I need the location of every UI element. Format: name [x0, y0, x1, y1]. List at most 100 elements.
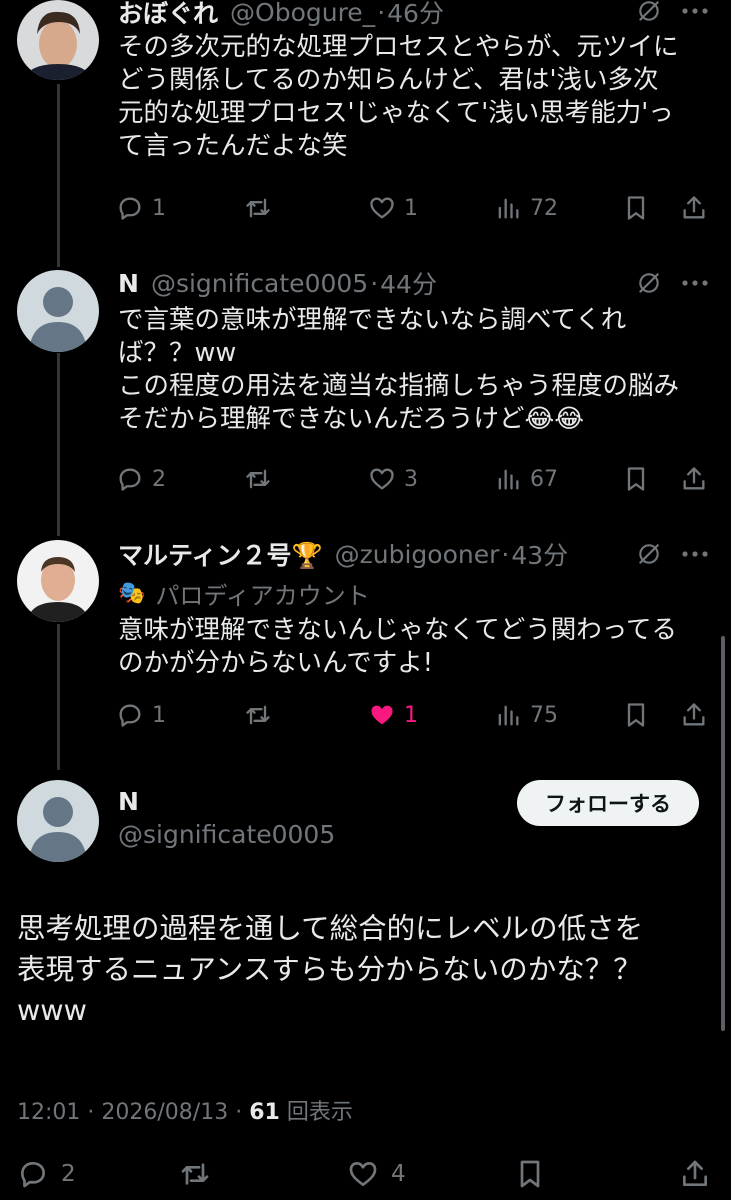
- reply-count: 2: [152, 466, 166, 492]
- reply-icon: [119, 468, 141, 491]
- author-handle[interactable]: @Obogure_: [230, 0, 375, 27]
- author-name[interactable]: おぼぐれ: [118, 0, 218, 30]
- reply-icon: [119, 197, 141, 220]
- tweet-text: 意味が理解できないんじゃなくてどう関わってる のかが分からないんですよ!: [118, 615, 677, 678]
- bookmark-icon: [627, 703, 645, 727]
- author-handle[interactable]: @significate0005: [151, 269, 368, 298]
- heart-icon: [349, 1162, 377, 1186]
- heart-icon: [370, 197, 394, 219]
- share-button[interactable]: [679, 1156, 711, 1192]
- tweet-time[interactable]: 12:01: [17, 1100, 80, 1125]
- tweet-actions: 2 4: [17, 1154, 717, 1194]
- like-count: 3: [404, 466, 418, 492]
- views-button[interactable]: 72: [494, 190, 558, 226]
- tweet-actions: 1 1 72: [116, 190, 712, 226]
- tweet-date[interactable]: 2026/08/13: [101, 1100, 228, 1125]
- views-count[interactable]: 61: [249, 1100, 280, 1125]
- timestamp[interactable]: 43分: [511, 536, 568, 572]
- views-button[interactable]: 67: [494, 461, 558, 497]
- like-button[interactable]: 1: [368, 697, 418, 733]
- timestamp[interactable]: 44分: [380, 265, 437, 301]
- separator-dot: ·: [501, 539, 510, 569]
- parody-label: 🎭 パロディアカウント: [118, 578, 370, 610]
- mask-icon: 🎭: [118, 580, 146, 606]
- tweet-text: その多次元的な処理プロセスとやらが、元ツイに どう関係してるのか知らんけど、君は…: [118, 32, 679, 161]
- repost-icon: [246, 705, 270, 725]
- grok-icon[interactable]: [636, 0, 662, 24]
- heart-icon: [370, 468, 394, 490]
- views-icon: [498, 469, 519, 490]
- tweet-header: N @significate0005 · 44分: [118, 265, 437, 301]
- tweet-header: おぼぐれ @Obogure_ · 46分: [118, 0, 444, 30]
- views-icon: [498, 198, 519, 219]
- bookmark-button[interactable]: [622, 461, 650, 497]
- bookmark-icon: [627, 196, 645, 220]
- bookmark-button[interactable]: [622, 697, 650, 733]
- reply-button[interactable]: 2: [17, 1156, 76, 1192]
- like-count: 4: [391, 1161, 406, 1187]
- avatar[interactable]: [17, 270, 99, 352]
- avatar[interactable]: [17, 540, 99, 622]
- bookmark-icon: [627, 467, 645, 491]
- author-handle[interactable]: @significate0005: [118, 820, 335, 849]
- bookmark-icon: [520, 1160, 540, 1188]
- views-count: 75: [530, 702, 558, 728]
- thread-line: [57, 84, 60, 267]
- repost-icon: [246, 198, 270, 218]
- timestamp[interactable]: 46分: [387, 0, 444, 30]
- more-icon[interactable]: [680, 549, 710, 559]
- follow-button[interactable]: フォローする: [517, 780, 699, 826]
- share-icon: [683, 467, 705, 490]
- views-label: 回表示: [286, 1100, 353, 1125]
- like-button[interactable]: 3: [368, 461, 418, 497]
- grok-icon[interactable]: [636, 541, 662, 567]
- reply-button[interactable]: 1: [116, 190, 166, 226]
- tweet-header: マルティン２号🏆 @zubigooner · 43分: [118, 536, 568, 572]
- views-button[interactable]: 75: [494, 697, 558, 733]
- share-button[interactable]: [680, 697, 708, 733]
- avatar[interactable]: [17, 780, 99, 862]
- tweet-text: で言葉の意味が理解できないなら調べてくれ ば？？ww この程度の用法を適当な指摘…: [118, 305, 680, 434]
- more-icon[interactable]: [680, 6, 710, 16]
- separator-dot: ·: [87, 1100, 102, 1125]
- like-count: 1: [404, 702, 418, 728]
- grok-icon[interactable]: [636, 270, 662, 296]
- tweet-actions: 1 1 75: [116, 697, 712, 733]
- bookmark-button[interactable]: [622, 190, 650, 226]
- repost-button[interactable]: [244, 461, 272, 497]
- thread-line: [57, 353, 60, 536]
- like-button[interactable]: 1: [368, 190, 418, 226]
- parody-label-text: パロディアカウント: [155, 581, 370, 610]
- reply-count: 1: [152, 195, 166, 221]
- author-name[interactable]: N: [118, 787, 139, 816]
- repost-button[interactable]: [244, 190, 272, 226]
- repost-icon: [181, 1163, 209, 1185]
- like-button[interactable]: 4: [347, 1156, 406, 1192]
- repost-icon: [246, 469, 270, 489]
- heart-filled-icon: [371, 705, 393, 725]
- reply-button[interactable]: 2: [116, 461, 166, 497]
- views-count: 67: [530, 466, 558, 492]
- author-handle[interactable]: @zubigooner: [335, 540, 500, 569]
- bookmark-button[interactable]: [514, 1156, 546, 1192]
- author-name[interactable]: N: [118, 269, 139, 298]
- repost-button[interactable]: [179, 1156, 211, 1192]
- repost-button[interactable]: [244, 697, 272, 733]
- avatar[interactable]: [17, 0, 99, 80]
- share-icon: [683, 1160, 707, 1186]
- reply-count: 1: [152, 702, 166, 728]
- tweet-text: 思考処理の過程を通して総合的にレベルの低さを 表現するニュアンスすらも分からない…: [17, 912, 644, 1027]
- share-button[interactable]: [680, 461, 708, 497]
- more-icon[interactable]: [680, 278, 710, 288]
- reply-button[interactable]: 1: [116, 697, 166, 733]
- author-name[interactable]: マルティン２号🏆: [118, 536, 323, 572]
- reply-icon: [21, 1162, 45, 1188]
- like-count: 1: [404, 195, 418, 221]
- scrollbar[interactable]: [721, 636, 725, 1031]
- tweet-actions: 2 3 67: [116, 461, 712, 497]
- separator-dot: ·: [370, 268, 379, 298]
- share-button[interactable]: [680, 190, 708, 226]
- share-icon: [683, 196, 705, 219]
- separator-dot: ·: [377, 0, 386, 27]
- share-icon: [683, 703, 705, 726]
